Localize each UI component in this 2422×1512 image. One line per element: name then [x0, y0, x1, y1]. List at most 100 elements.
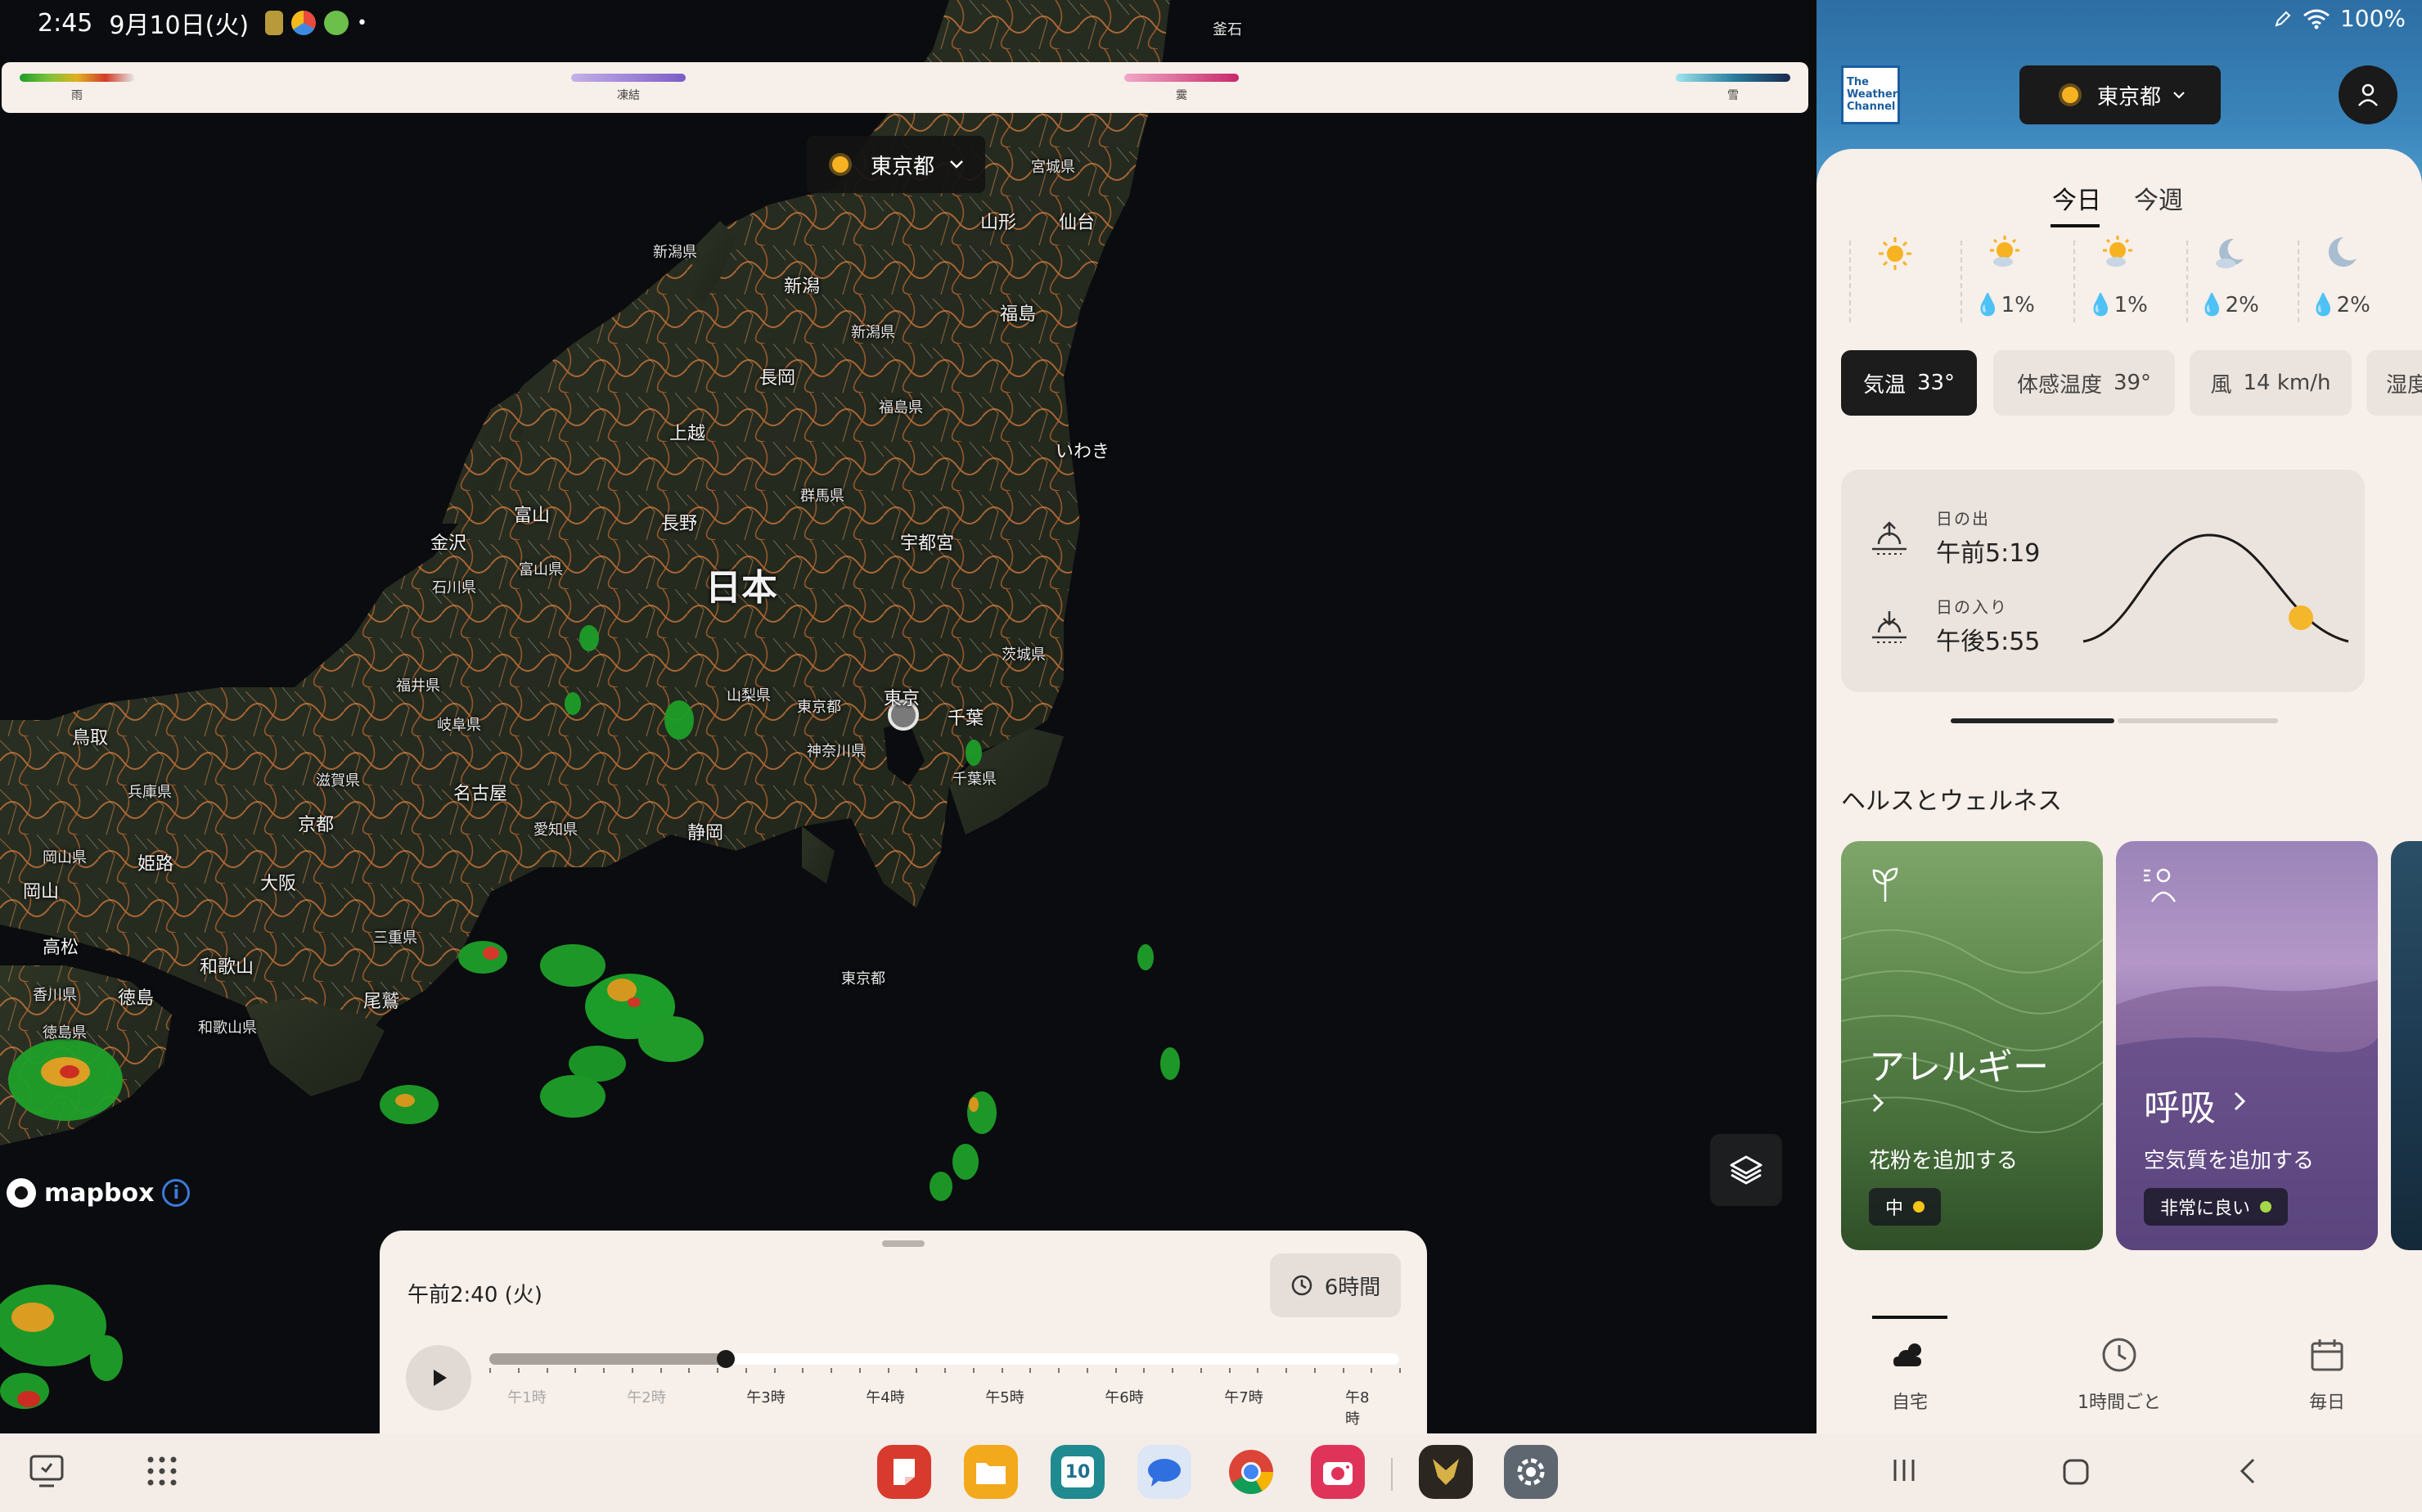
- person-breathing-icon: [2144, 868, 2177, 902]
- chip-wind[interactable]: 風 14 km/h: [2190, 350, 2352, 416]
- hour-cell[interactable]: [1838, 234, 1952, 324]
- timeline-tick: [1172, 1368, 1173, 1373]
- map-label: 山形: [980, 213, 1017, 233]
- timeline-tick: [858, 1368, 861, 1373]
- map-label: 愛知県: [533, 821, 578, 839]
- legend-rain: 雨: [20, 74, 134, 103]
- back-nav-button[interactable]: [2237, 1456, 2258, 1489]
- clock-icon: [1291, 1275, 1312, 1296]
- period-tabs: 今日 今週: [1816, 172, 2422, 237]
- chip-feels-like[interactable]: 体感温度 39°: [1993, 350, 2175, 416]
- recents-nav-button[interactable]: [1890, 1456, 1918, 1487]
- home-nav-button[interactable]: [2062, 1458, 2090, 1489]
- game-notification-icon: [265, 11, 284, 35]
- profile-button[interactable]: [2339, 65, 2397, 124]
- messages-app-icon[interactable]: [1137, 1445, 1191, 1499]
- person-icon: [2358, 83, 2378, 106]
- tab-today[interactable]: 今日: [2052, 180, 2101, 216]
- map-label: 群馬県: [800, 488, 844, 505]
- chevron-right-icon: [2234, 1091, 2246, 1111]
- apps-grid-icon: [147, 1456, 177, 1486]
- country-label: 日本: [705, 567, 777, 609]
- app-drawer-button[interactable]: [146, 1455, 178, 1491]
- mapbox-attribution: mapbox i: [7, 1178, 191, 1208]
- calendar-app-icon[interactable]: 10: [1051, 1445, 1105, 1499]
- allergy-card[interactable]: アレルギー 花粉を追加する 中: [1841, 841, 2103, 1250]
- chevron-down-icon: [950, 160, 963, 169]
- map-location-button[interactable]: 東京都: [807, 136, 986, 193]
- location-selector[interactable]: 東京都: [2019, 65, 2221, 124]
- more-notifications-icon: •: [357, 12, 368, 34]
- map-terrain: [0, 0, 1810, 1433]
- weather-app: 100% The Weather Channel 東京都 今日 今週 💧1% 💧…: [1816, 0, 2422, 1433]
- map-label: 東京: [884, 689, 921, 709]
- clock: 2:45: [38, 8, 93, 38]
- app-notification-icon: [324, 11, 349, 35]
- timeline-hour-label: 午8時: [1345, 1389, 1370, 1428]
- split-divider[interactable]: [1810, 0, 1816, 1433]
- timeline-tick: [831, 1368, 832, 1373]
- chrome-app-icon[interactable]: [1224, 1445, 1278, 1499]
- map-label: いわき: [1056, 442, 1110, 462]
- settings-app-icon[interactable]: [1504, 1445, 1558, 1499]
- timeline-hour-label: 午2時: [627, 1389, 666, 1406]
- sunrise-icon: [1872, 520, 1907, 555]
- info-icon[interactable]: i: [162, 1179, 191, 1207]
- timeline-tick: [489, 1368, 491, 1373]
- hourly-forecast[interactable]: 💧1% 💧1% 💧2% 💧2%: [1816, 234, 2422, 324]
- radar-map[interactable]: 釜石 宮城県 山形 仙台 新潟県 新潟 新潟県 福島 長岡 福島県 いわき 上越…: [0, 0, 1810, 1433]
- time-range-button[interactable]: 6時間: [1270, 1253, 1401, 1317]
- timeline-tick: [631, 1368, 633, 1373]
- breathing-card[interactable]: 呼吸 空気質を追加する 非常に良い: [2116, 841, 2378, 1250]
- timeline-hour-label: 午4時: [866, 1389, 905, 1406]
- timeline-tick: [517, 1368, 520, 1373]
- precip-legend: 雨 凍結 霙 雪: [2, 62, 1808, 113]
- next-health-card[interactable]: [2391, 841, 2422, 1250]
- chip-humidity[interactable]: 湿度: [2366, 350, 2422, 416]
- timeline-tick: [1228, 1368, 1231, 1373]
- timeline-tick: [1114, 1368, 1117, 1373]
- notes-app-icon[interactable]: [877, 1445, 931, 1499]
- game-app-icon[interactable]: [1419, 1445, 1473, 1499]
- timeline-slider[interactable]: [489, 1350, 1399, 1368]
- map-label: 香川県: [33, 987, 77, 1004]
- play-button[interactable]: [406, 1345, 471, 1411]
- map-label: 東京都: [797, 699, 841, 716]
- timeline-hour-label: 午6時: [1105, 1389, 1144, 1406]
- chrome-notification-icon: [291, 11, 317, 35]
- map-label: 福井県: [396, 677, 440, 695]
- map-layers-button[interactable]: [1710, 1134, 1782, 1206]
- screen: 釜石 宮城県 山形 仙台 新潟県 新潟 新潟県 福島 長岡 福島県 いわき 上越…: [0, 0, 2422, 1512]
- chip-temperature[interactable]: 気温 33°: [1841, 350, 1977, 416]
- timeline-tick: [660, 1368, 662, 1373]
- map-label: 大阪: [260, 874, 297, 894]
- timeline-tick: [546, 1368, 548, 1373]
- map-label: 岐阜県: [437, 717, 481, 734]
- timeline-tick: [1001, 1368, 1003, 1373]
- files-app-icon[interactable]: [964, 1445, 1018, 1499]
- nav-home[interactable]: 自宅: [1828, 1316, 1992, 1433]
- timeline-knob[interactable]: [717, 1350, 736, 1368]
- recent-apps-button[interactable]: [28, 1453, 65, 1492]
- map-label: 宇都宮: [900, 533, 955, 554]
- sheet-drag-handle[interactable]: [882, 1240, 925, 1247]
- timeline-tick: [972, 1368, 975, 1373]
- nav-hourly[interactable]: 1時間ごと: [2037, 1316, 2201, 1433]
- sun-cloud-icon: [1985, 234, 2024, 273]
- map-label: 山梨県: [727, 687, 771, 704]
- legend-snow: 雪: [1676, 74, 1790, 103]
- timeline-tick: [887, 1368, 889, 1373]
- timeline-ticks: [489, 1368, 1401, 1376]
- hour-cell[interactable]: 💧1%: [1947, 234, 2062, 324]
- sun-icon: [2055, 79, 2086, 110]
- sun-path-graph: [2082, 533, 2349, 643]
- tab-week[interactable]: 今週: [2134, 180, 2183, 216]
- timeline-tick: [603, 1368, 605, 1373]
- map-label: 上越: [669, 424, 706, 444]
- hour-cell[interactable]: 💧2%: [2172, 234, 2286, 324]
- camera-app-icon[interactable]: [1311, 1445, 1365, 1499]
- hour-cell[interactable]: 💧2%: [2283, 234, 2397, 324]
- map-label: 神奈川県: [807, 743, 866, 760]
- nav-daily[interactable]: 毎日: [2245, 1316, 2409, 1433]
- hour-cell[interactable]: 💧1%: [2060, 234, 2175, 324]
